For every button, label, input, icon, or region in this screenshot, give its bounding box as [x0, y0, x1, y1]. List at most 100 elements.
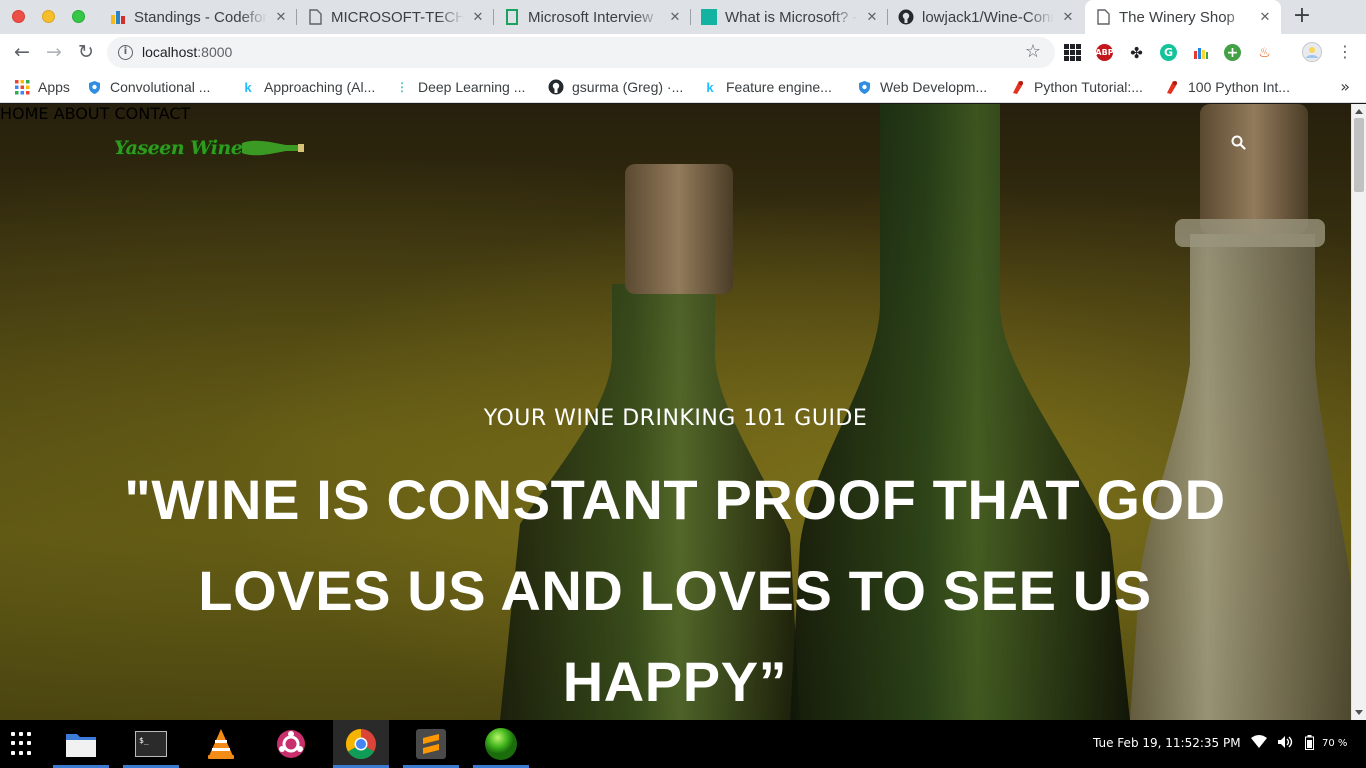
- close-tab-icon[interactable]: ✕: [1257, 10, 1273, 25]
- address-bar[interactable]: i localhost:8000 ☆: [107, 37, 1055, 68]
- green-plus-icon[interactable]: +: [1224, 44, 1241, 61]
- wifi-icon[interactable]: [1251, 735, 1267, 753]
- forward-button[interactable]: →: [42, 40, 66, 64]
- gnome-icon[interactable]: ✤: [1128, 44, 1145, 62]
- tab-title: What is Microsoft? -: [725, 8, 858, 26]
- close-tab-icon[interactable]: ✕: [1060, 10, 1076, 25]
- ubuntu-software-icon: [277, 730, 305, 758]
- search-icon[interactable]: [1231, 135, 1246, 154]
- bookmark-label: 100 Python Int...: [1188, 79, 1290, 95]
- reload-button[interactable]: ↻: [74, 40, 98, 64]
- bookmark-gsurma[interactable]: gsurma (Greg) ·...: [548, 76, 683, 98]
- close-tab-icon[interactable]: ✕: [864, 10, 880, 25]
- bookmark-star-icon[interactable]: ☆: [1025, 41, 1041, 62]
- close-tab-icon[interactable]: ✕: [667, 10, 683, 25]
- ubuntu-software-app[interactable]: [263, 720, 319, 768]
- files-icon: [66, 734, 96, 757]
- tab-title: Microsoft Interview: [528, 8, 654, 26]
- files-app[interactable]: [53, 720, 109, 768]
- grammarly-icon[interactable]: G: [1160, 44, 1177, 61]
- colorful-extension-icon[interactable]: [1192, 44, 1209, 61]
- github-icon: [548, 79, 564, 95]
- apps-icon: [14, 79, 30, 95]
- volume-icon[interactable]: [1277, 735, 1293, 753]
- github-icon: [898, 9, 914, 25]
- tab-title: The Winery Shop: [1119, 8, 1235, 26]
- tab-winery-shop[interactable]: The Winery Shop ✕: [1085, 0, 1281, 34]
- clock[interactable]: Tue Feb 19, 11:52:35 PM: [1093, 736, 1241, 750]
- sheet-icon: [504, 9, 520, 25]
- scrollbar-thumb[interactable]: [1354, 118, 1364, 192]
- bookmark-web-development[interactable]: Web Developm...: [856, 76, 987, 98]
- bookmark-approaching[interactable]: k Approaching (Al...: [240, 76, 375, 98]
- bookmark-deep-learning[interactable]: ⋮ Deep Learning ...: [394, 76, 525, 98]
- profile-icon[interactable]: [1302, 42, 1322, 62]
- bookmark-label: Apps: [38, 79, 70, 95]
- site-logo[interactable]: Yaseen Wine: [114, 133, 305, 163]
- page-hero: Yaseen Wine HOME ABOUT CONTACT YOUR WINE…: [0, 104, 1351, 720]
- bookmark-python-tutorial[interactable]: Python Tutorial:...: [1010, 76, 1143, 98]
- battery-icon[interactable]: [1305, 735, 1314, 754]
- page-scrollbar[interactable]: [1351, 104, 1366, 720]
- tab-microsoft-interview[interactable]: Microsoft Interview ✕: [494, 0, 691, 34]
- maximize-window-button[interactable]: [72, 10, 85, 23]
- tab-github-wine[interactable]: lowjack1/Wine-Connoisseur ✕: [888, 0, 1084, 34]
- apps-grid-icon[interactable]: [1064, 44, 1081, 61]
- bookmark-convolutional[interactable]: Convolutional ...: [86, 76, 210, 98]
- kaggle-icon: k: [244, 79, 252, 95]
- shield-icon: [856, 79, 872, 95]
- chrome-icon: [345, 729, 376, 760]
- back-button[interactable]: ←: [10, 40, 34, 64]
- close-window-button[interactable]: [12, 10, 25, 23]
- vlc-icon: [208, 729, 234, 759]
- tab-microsoft-technical[interactable]: MICROSOFT-TECHNICAL ✕: [297, 0, 494, 34]
- battery-percentage: 70 %: [1322, 738, 1348, 749]
- python-icon: [1010, 79, 1026, 95]
- terminal-icon: $_: [135, 731, 167, 757]
- site-info-icon[interactable]: i: [118, 45, 133, 60]
- tab-title: lowjack1/Wine-Connoisseur: [922, 8, 1054, 26]
- bookmarks-bar: Apps Convolutional ... k Approaching (Al…: [0, 71, 1366, 103]
- bookmark-label: Deep Learning ...: [418, 79, 526, 95]
- show-applications-icon[interactable]: [11, 732, 35, 756]
- terminal-app[interactable]: $_: [123, 720, 179, 768]
- bookmark-label: Approaching (Al...: [264, 79, 376, 95]
- hero-quote-line: HAPPY”: [562, 650, 788, 713]
- sublime-text-app[interactable]: [403, 720, 459, 768]
- bookmark-label: Python Tutorial:...: [1034, 79, 1143, 95]
- new-tab-button[interactable]: +: [1290, 5, 1314, 29]
- close-tab-icon[interactable]: ✕: [470, 10, 486, 25]
- bookmark-apps[interactable]: Apps: [14, 76, 70, 98]
- python-icon: [1164, 79, 1180, 95]
- bookmark-label: Convolutional ...: [110, 79, 211, 95]
- adblock-plus-icon[interactable]: ABP: [1095, 44, 1114, 61]
- bookmark-feature-engine[interactable]: k Feature engine...: [702, 76, 831, 98]
- fire-icon[interactable]: ♨: [1256, 44, 1273, 61]
- document-icon: [1095, 9, 1111, 25]
- browser-menu-icon[interactable]: ⋮: [1337, 42, 1353, 62]
- address-url[interactable]: localhost:8000: [142, 44, 232, 60]
- sublime-text-icon: [416, 729, 446, 759]
- taskbar: $_ Tue Feb 19, 11:52:35 PM 70 %: [0, 720, 1366, 768]
- hero-quote-line: LOVES US AND LOVES TO SEE US: [198, 559, 1152, 622]
- scroll-up-arrow-icon[interactable]: [1355, 109, 1363, 114]
- bookmark-label: gsurma (Greg) ·...: [572, 79, 684, 95]
- minimize-window-button[interactable]: [42, 10, 55, 23]
- codeforces-icon: [110, 9, 126, 25]
- tab-standings[interactable]: Standings - Codeforces ✕: [100, 0, 297, 34]
- green-orb-app[interactable]: [473, 720, 529, 768]
- browser-toolbar: ← → ↻ i localhost:8000 ☆ ABP ✤ G + ♨ ⋮: [0, 34, 1366, 71]
- green-orb-icon: [485, 728, 517, 760]
- bookmark-100-python[interactable]: 100 Python Int...: [1164, 76, 1290, 98]
- more-bookmarks-icon[interactable]: »: [1340, 77, 1350, 96]
- wine-bottle-icon: [242, 140, 305, 156]
- scroll-down-arrow-icon[interactable]: [1355, 710, 1363, 715]
- close-tab-icon[interactable]: ✕: [273, 10, 289, 25]
- chrome-app[interactable]: [333, 720, 389, 768]
- tab-what-is-microsoft[interactable]: What is Microsoft? - ✕: [691, 0, 888, 34]
- vlc-app[interactable]: [193, 720, 249, 768]
- logo-text: Yaseen Wine: [114, 137, 243, 159]
- hero-quote: "WINE IS CONSTANT PROOF THAT GOD LOVES U…: [75, 454, 1275, 720]
- hero-subtitle: YOUR WINE DRINKING 101 GUIDE: [483, 406, 868, 431]
- tab-title: MICROSOFT-TECHNICAL: [331, 8, 464, 26]
